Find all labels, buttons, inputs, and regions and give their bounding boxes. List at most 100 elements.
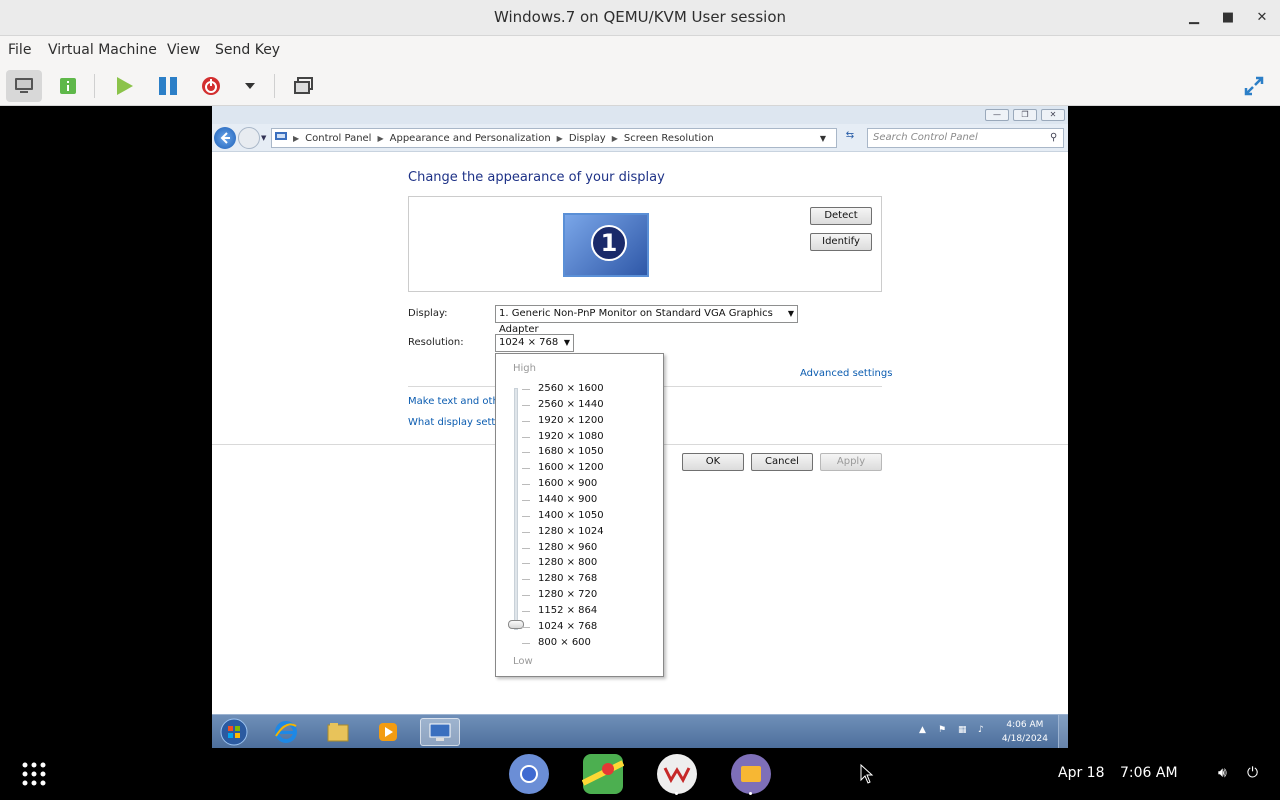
- menubar: File Virtual Machine View Send Key: [0, 36, 1280, 66]
- close-icon[interactable]: ✕: [1252, 8, 1272, 28]
- guest-clock[interactable]: 4:06 AM 4/18/2024: [1002, 718, 1048, 746]
- guest-minimize-icon[interactable]: —: [985, 109, 1009, 121]
- breadcrumb-screen-resolution[interactable]: Screen Resolution: [624, 133, 714, 144]
- vm-display[interactable]: — ❐ ✕ ▼ ▶ Control Panel ▶ Appearance and…: [0, 106, 1280, 748]
- ok-button[interactable]: OK: [682, 453, 744, 471]
- mouse-cursor-icon: [860, 763, 874, 788]
- file-explorer-icon[interactable]: [318, 718, 358, 746]
- pause-icon[interactable]: [152, 70, 184, 102]
- low-label: Low: [513, 656, 533, 667]
- guest-time: 4:06 AM: [1006, 720, 1044, 730]
- guest-date: 4/18/2024: [1001, 734, 1048, 744]
- snapshots-icon[interactable]: [288, 70, 320, 102]
- menu-view[interactable]: View: [167, 42, 200, 58]
- run-icon[interactable]: [108, 70, 140, 102]
- console-view-icon[interactable]: [6, 70, 42, 102]
- power-menu-chevron-down-icon[interactable]: [234, 70, 266, 102]
- resolution-option[interactable]: 1024 × 768: [538, 621, 597, 632]
- breadcrumb-display[interactable]: Display: [569, 133, 606, 144]
- advanced-settings-link[interactable]: Advanced settings: [800, 368, 892, 379]
- apply-button[interactable]: Apply: [820, 453, 882, 471]
- monitor-preview: 1 Detect Identify: [408, 196, 882, 292]
- app-grid-icon[interactable]: [12, 753, 56, 795]
- identify-button[interactable]: Identify: [810, 233, 872, 251]
- host-dock: Apr 18 7:06 AM 🔊︎ ⏻: [0, 748, 1280, 800]
- running-indicator: [749, 792, 752, 795]
- search-icon[interactable]: ⚲: [1050, 132, 1057, 143]
- resolution-option[interactable]: 1920 × 1200: [538, 415, 604, 426]
- explorer-titlebar: — ❐ ✕: [212, 106, 1068, 124]
- detect-button[interactable]: Detect: [810, 207, 872, 225]
- resolution-option[interactable]: 1600 × 900: [538, 478, 597, 489]
- guest-taskbar: ▲ ⚑ ▦ ♪ 4:06 AM 4/18/2024: [212, 714, 1068, 748]
- volume-icon[interactable]: ♪: [978, 725, 984, 735]
- host-time[interactable]: 7:06 AM: [1120, 765, 1178, 781]
- resolution-option[interactable]: 1600 × 1200: [538, 462, 604, 473]
- display-select-value: 1. Generic Non-PnP Monitor on Standard V…: [499, 308, 773, 335]
- start-button-icon[interactable]: [214, 718, 254, 746]
- resolution-option[interactable]: 1280 × 800: [538, 557, 597, 568]
- resolution-option[interactable]: 1280 × 720: [538, 589, 597, 600]
- media-player-icon[interactable]: [368, 718, 408, 746]
- resolution-option[interactable]: 1152 × 864: [538, 605, 597, 616]
- resolution-slider-track[interactable]: [514, 388, 518, 630]
- network-icon[interactable]: ▦: [958, 725, 967, 735]
- menu-virtual-machine[interactable]: Virtual Machine: [48, 42, 157, 58]
- resolution-option[interactable]: 1280 × 960: [538, 542, 597, 553]
- running-indicator: [675, 792, 678, 795]
- show-desktop-button[interactable]: [1058, 715, 1068, 748]
- resolution-option[interactable]: 1440 × 900: [538, 494, 597, 505]
- host-date[interactable]: Apr 18: [1058, 765, 1104, 781]
- resolution-option[interactable]: 800 × 600: [538, 637, 591, 648]
- display-settings-task-icon[interactable]: [420, 718, 460, 746]
- slider-tick: [522, 436, 530, 438]
- slider-tick: [522, 452, 530, 454]
- internet-explorer-icon[interactable]: [266, 718, 306, 746]
- text-size-link[interactable]: Make text and other: [408, 396, 509, 407]
- resolution-option[interactable]: 1280 × 768: [538, 573, 597, 584]
- menu-file[interactable]: File: [8, 42, 31, 58]
- resolution-option[interactable]: 1400 × 1050: [538, 510, 604, 521]
- files-icon[interactable]: [729, 753, 773, 795]
- display-select[interactable]: 1. Generic Non-PnP Monitor on Standard V…: [495, 305, 798, 335]
- minimize-icon[interactable]: ▁: [1184, 8, 1204, 28]
- chevron-down-icon: ▼: [787, 309, 794, 318]
- breadcrumb-separator: ▶: [293, 133, 300, 143]
- search-input[interactable]: Search Control Panel: [867, 128, 1064, 148]
- refresh-icon[interactable]: ⇆: [841, 130, 859, 146]
- history-chevron-down-icon[interactable]: ▼: [261, 134, 266, 142]
- toolbar-separator: [94, 74, 95, 98]
- slider-tick: [522, 389, 530, 390]
- guest-screen[interactable]: — ❐ ✕ ▼ ▶ Control Panel ▶ Appearance and…: [212, 106, 1068, 748]
- volume-icon[interactable]: 🔊︎: [1218, 765, 1227, 781]
- maps-icon[interactable]: [581, 753, 625, 795]
- slider-tick: [522, 484, 530, 486]
- guest-restore-icon[interactable]: ❐: [1013, 109, 1037, 121]
- resolution-dropdown[interactable]: High 2560 × 1600 2560 × 1440 1920 × 1200 19…: [495, 353, 664, 677]
- monitor-1-icon[interactable]: 1: [563, 213, 649, 277]
- chromium-icon[interactable]: [507, 753, 551, 795]
- power-icon[interactable]: ⏻: [1247, 765, 1258, 781]
- power-off-icon[interactable]: [195, 70, 227, 102]
- breadcrumb-control-panel[interactable]: Control Panel: [305, 133, 371, 144]
- address-box[interactable]: ▶ Control Panel ▶ Appearance and Persona…: [271, 128, 837, 148]
- resolution-option[interactable]: 2560 × 1440: [538, 399, 604, 410]
- menu-send-key[interactable]: Send Key: [215, 42, 280, 58]
- back-icon[interactable]: [214, 127, 236, 149]
- resolution-option[interactable]: 1920 × 1080: [538, 431, 604, 442]
- resolution-select[interactable]: 1024 × 768 ▼: [495, 334, 574, 352]
- resolution-option[interactable]: 1680 × 1050: [538, 446, 604, 457]
- fullscreen-icon[interactable]: [1238, 70, 1270, 102]
- cancel-button[interactable]: Cancel: [751, 453, 813, 471]
- breadcrumb-appearance[interactable]: Appearance and Personalization: [390, 133, 551, 144]
- resolution-option[interactable]: 2560 × 1600: [538, 383, 604, 394]
- action-center-flag-icon[interactable]: ⚑: [938, 725, 946, 735]
- details-icon[interactable]: [52, 70, 84, 102]
- guest-close-icon[interactable]: ✕: [1041, 109, 1065, 121]
- resolution-option[interactable]: 1280 × 1024: [538, 526, 604, 537]
- virt-manager-icon[interactable]: [655, 753, 699, 795]
- forward-icon[interactable]: [238, 127, 260, 149]
- show-hidden-icons-icon[interactable]: ▲: [919, 725, 926, 735]
- address-dropdown-icon[interactable]: ▼: [820, 134, 826, 143]
- maximize-icon[interactable]: ■: [1218, 8, 1238, 28]
